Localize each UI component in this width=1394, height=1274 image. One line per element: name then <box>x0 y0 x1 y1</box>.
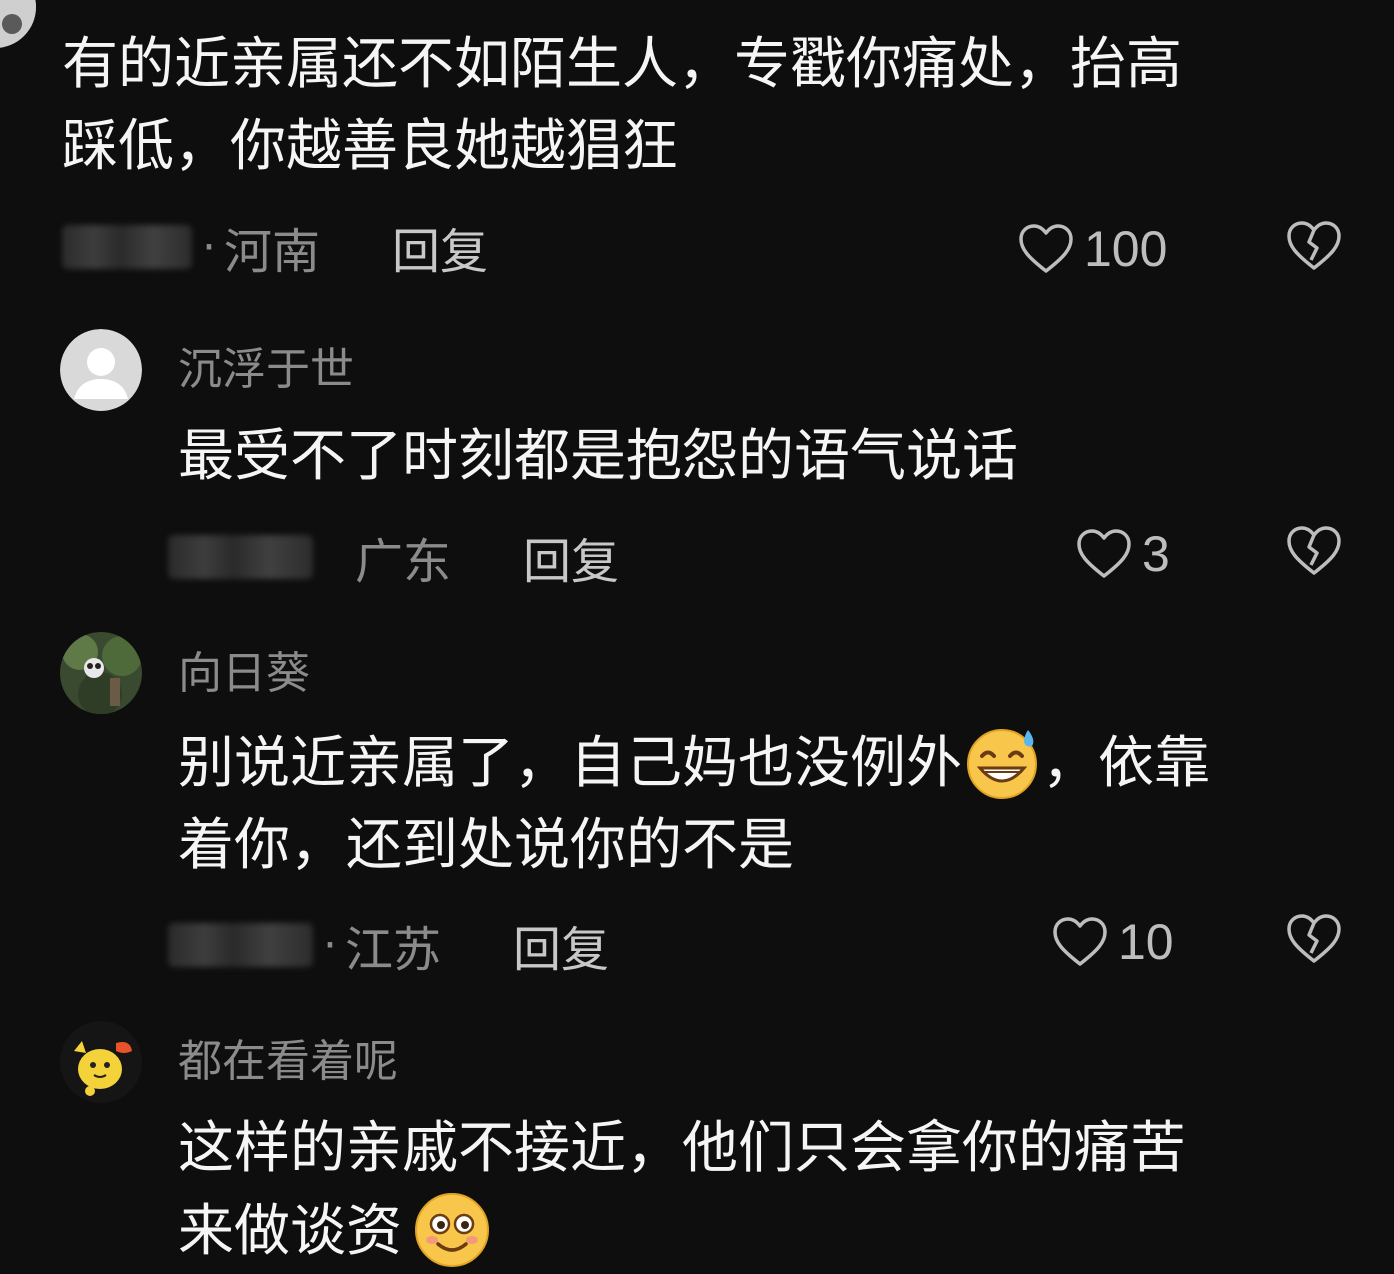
comment-meta: · 河南 回复 <box>62 212 488 282</box>
comment-text: 有的近亲属还不如陌生人，专戳你痛处，抬高 踩低，你越善良她越猖狂 <box>62 24 1182 188</box>
like-count: 100 <box>1084 221 1168 277</box>
avatar[interactable] <box>60 1021 142 1103</box>
blurred-timestamp <box>62 225 192 269</box>
comment-meta: · 江苏 回复 <box>168 910 609 980</box>
region-label: 广东 <box>355 534 452 590</box>
separator-dot: · <box>202 221 216 273</box>
region-label: 江苏 <box>345 922 442 978</box>
like-button[interactable]: 100 <box>1018 220 1167 278</box>
comment-text-line: 着你，还到处说你的不是 <box>178 813 794 878</box>
separator-dot: · <box>323 919 337 971</box>
comment-text-line: 有的近亲属还不如陌生人，专戳你痛处，抬高 <box>62 32 1182 97</box>
comment-text-line: 最受不了时刻都是抱怨的语气说话 <box>178 424 1018 489</box>
reply-button[interactable]: 回复 <box>513 910 609 980</box>
avatar[interactable] <box>60 329 142 411</box>
comment-text-line: 踩低，你越善良她越猖狂 <box>62 114 678 179</box>
broken-heart-icon <box>1286 220 1342 272</box>
dislike-button[interactable] <box>1286 913 1342 965</box>
like-count: 10 <box>1118 914 1174 970</box>
reply-button[interactable]: 回复 <box>392 212 488 282</box>
comment-text-segment: 别说近亲属了，自己妈也没例外 <box>178 731 962 796</box>
broken-heart-icon <box>1286 525 1342 577</box>
comment-text: 这样的亲戚不接近，他们只会拿你的痛苦 来做谈资 <box>178 1108 1186 1273</box>
username[interactable]: 沉浮于世 <box>178 348 354 392</box>
comment-text-line: 这样的亲戚不接近，他们只会拿你的痛苦 <box>178 1116 1186 1181</box>
dislike-button[interactable] <box>1286 525 1342 577</box>
heart-outline-icon <box>1076 528 1132 580</box>
like-count: 3 <box>1142 526 1170 582</box>
comment-text-line: 别说近亲属了，自己妈也没例外 ，依靠 <box>178 722 1210 805</box>
broken-heart-icon <box>1286 913 1342 965</box>
comment-text: 最受不了时刻都是抱怨的语气说话 <box>178 416 1018 498</box>
comment-text-segment: ，依靠 <box>1042 731 1210 796</box>
like-button[interactable]: 10 <box>1052 913 1174 971</box>
comment-meta: 广东 回复 <box>168 522 619 592</box>
like-button[interactable]: 3 <box>1076 525 1170 583</box>
comment-text-segment: 来做谈资 <box>178 1199 402 1264</box>
heart-outline-icon <box>1018 223 1074 275</box>
comment-text-line: 来做谈资 <box>178 1190 1186 1273</box>
region-label: 河南 <box>224 224 321 280</box>
heart-outline-icon <box>1052 916 1108 968</box>
reply-button[interactable]: 回复 <box>523 522 619 592</box>
username[interactable]: 向日葵 <box>178 652 310 696</box>
dislike-button[interactable] <box>1286 220 1342 272</box>
smiling-face-emoji <box>412 1190 492 1270</box>
blurred-timestamp <box>168 923 313 967</box>
avatar[interactable] <box>0 0 36 48</box>
comment-text: 别说近亲属了，自己妈也没例外 ，依靠 着你，还到处说你的不是 <box>178 722 1210 887</box>
avatar[interactable] <box>60 632 142 714</box>
username[interactable]: 都在看着呢 <box>178 1040 398 1084</box>
blurred-timestamp <box>168 535 313 579</box>
grinning-sweat-emoji <box>962 722 1042 802</box>
